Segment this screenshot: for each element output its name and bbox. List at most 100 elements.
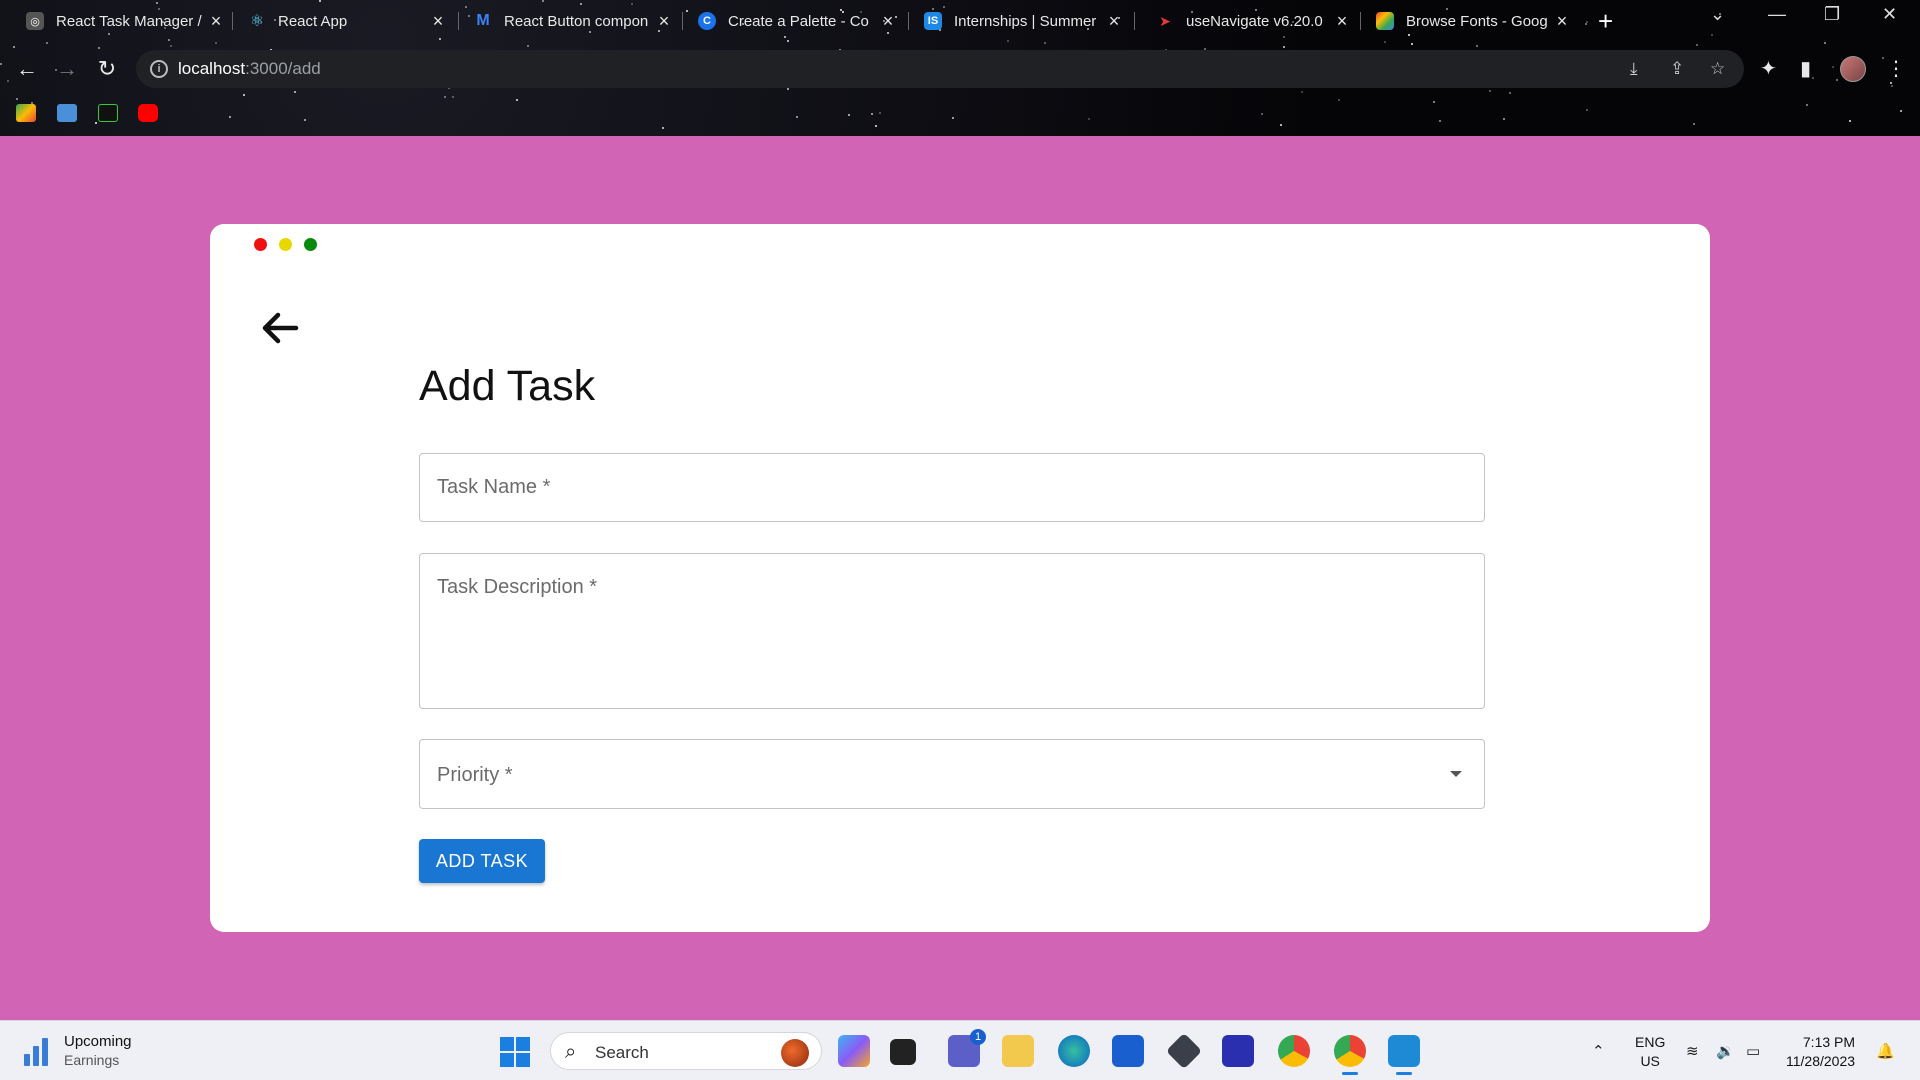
task-name-input[interactable]: Task Name *	[419, 453, 1485, 522]
new-tab-button[interactable]: +	[1598, 6, 1613, 36]
store-icon[interactable]	[1112, 1035, 1144, 1067]
widget-subtitle: Earnings	[64, 1052, 120, 1068]
star	[1261, 113, 1263, 115]
star	[848, 114, 850, 116]
window-dot-yellow	[279, 238, 292, 251]
youtube-bookmark-icon[interactable]	[138, 104, 158, 122]
hackerrank-bookmark-icon[interactable]	[98, 104, 118, 122]
vscode-icon[interactable]	[1388, 1035, 1420, 1075]
install-app-icon[interactable]: ⤓	[1630, 59, 1638, 79]
tab-title: Create a Palette - Co	[728, 12, 869, 30]
star	[1696, 44, 1698, 46]
bookmark-icon[interactable]	[57, 104, 77, 122]
restore-icon[interactable]: ❐	[1824, 4, 1840, 25]
star	[444, 96, 446, 98]
tab-create-palette[interactable]: C Create a Palette - Co ×	[698, 6, 898, 36]
system-clock[interactable]: 7:13 PM 11/28/2023	[1786, 1033, 1855, 1071]
url-host: localhost	[178, 59, 246, 78]
tab-react-task-manager[interactable]: ◎ React Task Manager / ×	[26, 6, 226, 36]
extensions-icon[interactable]: ✦	[1760, 56, 1777, 81]
window-dot-green	[304, 238, 317, 251]
mongodb-compass-icon[interactable]	[1222, 1035, 1254, 1067]
stocks-widget[interactable]: Upcoming Earnings	[24, 1033, 132, 1068]
close-tab-icon[interactable]: ×	[1552, 11, 1572, 32]
task-description-input[interactable]: Task Description *	[419, 553, 1485, 709]
tab-separator	[908, 12, 909, 30]
bookmark-star-icon[interactable]: ☆	[1710, 59, 1725, 79]
language-indicator[interactable]: ENG US	[1635, 1033, 1665, 1071]
close-tab-icon[interactable]: ×	[878, 11, 898, 32]
dropdown-caret-icon	[1450, 771, 1462, 777]
add-task-button[interactable]: ADD TASK	[419, 839, 545, 883]
tab-browse-fonts[interactable]: Browse Fonts - Goog ×	[1376, 6, 1572, 36]
taskbar-search[interactable]: ⌕ Search	[550, 1032, 822, 1070]
share-icon[interactable]: ⇪	[1670, 59, 1684, 79]
window-dot-red	[254, 238, 267, 251]
task-view-icon[interactable]	[890, 1039, 916, 1065]
star	[1806, 104, 1808, 106]
edge-icon[interactable]	[1058, 1035, 1090, 1067]
tab-title: Browse Fonts - Goog	[1406, 12, 1548, 30]
tab-search-icon[interactable]: ⌄	[1710, 4, 1725, 25]
minimize-icon[interactable]: —	[1768, 4, 1786, 25]
tab-separator	[1134, 12, 1135, 30]
file-explorer-icon[interactable]	[1002, 1035, 1034, 1067]
widget-title: Upcoming	[64, 1033, 132, 1050]
task-name-label: Task Name *	[437, 476, 551, 498]
back-arrow-icon[interactable]	[258, 306, 302, 350]
menu-kebab-icon[interactable]: ⋮	[1886, 56, 1906, 81]
site-info-icon[interactable]: i	[150, 60, 168, 78]
star	[1044, 42, 1046, 44]
side-panel-icon[interactable]: ▮	[1800, 56, 1811, 81]
tab-title: useNavigate v6.20.0	[1186, 12, 1323, 30]
copilot-icon[interactable]	[838, 1035, 870, 1067]
profile-avatar[interactable]	[1840, 56, 1866, 82]
show-hidden-icons[interactable]: ⌃	[1592, 1021, 1605, 1080]
address-bar[interactable]: i localhost:3000/add ⤓ ⇪ ☆	[136, 50, 1744, 88]
close-window-icon[interactable]: ✕	[1882, 4, 1897, 25]
react-icon: ⚛	[249, 13, 265, 30]
notifications-icon[interactable]: 🔔	[1876, 1021, 1895, 1080]
volume-icon[interactable]: 🔉	[1716, 1021, 1735, 1080]
battery-icon[interactable]: ▭	[1746, 1021, 1760, 1080]
url-text: localhost:3000/add	[178, 59, 321, 79]
teams-chat-icon[interactable]: 1	[948, 1029, 986, 1067]
tab-usenavigate[interactable]: ➤ useNavigate v6.20.0 ×	[1156, 6, 1352, 36]
tab-title: React Button compon	[504, 12, 649, 30]
forward-nav-icon[interactable]: →	[54, 56, 80, 82]
app-cube-icon[interactable]	[1165, 1032, 1203, 1070]
star	[875, 125, 877, 127]
star	[1693, 123, 1695, 125]
star	[1476, 45, 1478, 47]
priority-select[interactable]: Priority *	[419, 739, 1485, 809]
clock-date: 11/28/2023	[1786, 1053, 1856, 1069]
star	[1433, 101, 1435, 103]
tab-react-app[interactable]: ⚛ React App ×	[248, 6, 448, 36]
browser-toolbar: ← → ↻ i localhost:3000/add ⤓ ⇪ ☆ ✦ ▮ ⋮	[0, 48, 1920, 90]
star	[1849, 120, 1851, 122]
close-tab-icon[interactable]: ×	[654, 11, 674, 32]
chrome-profile-icon[interactable]	[1334, 1035, 1366, 1075]
close-tab-icon[interactable]: ×	[206, 11, 226, 32]
tab-separator	[682, 12, 683, 30]
windows-start-icon[interactable]	[500, 1037, 530, 1067]
back-nav-icon[interactable]: ←	[14, 56, 40, 82]
chat-badge: 1	[970, 1029, 986, 1045]
star	[243, 94, 245, 96]
tab-react-button[interactable]: M React Button compon ×	[474, 6, 674, 36]
chrome-icon[interactable]	[1278, 1035, 1310, 1067]
star	[796, 116, 798, 118]
clock-time: 7:13 PM	[1802, 1034, 1856, 1050]
search-highlight-icon	[781, 1039, 809, 1067]
close-tab-icon[interactable]: ×	[428, 11, 448, 32]
palette-site-icon: C	[698, 12, 716, 30]
maps-bookmark-icon[interactable]	[16, 104, 36, 122]
star	[1509, 92, 1511, 94]
tab-separator	[232, 12, 233, 30]
reload-icon[interactable]: ↻	[94, 56, 120, 82]
tab-internships[interactable]: IS Internships | Summer ×	[924, 6, 1124, 36]
close-tab-icon[interactable]: ×	[1104, 11, 1124, 32]
wifi-icon[interactable]: ≋	[1686, 1021, 1699, 1080]
star	[170, 45, 172, 47]
close-tab-icon[interactable]: ×	[1332, 11, 1352, 32]
